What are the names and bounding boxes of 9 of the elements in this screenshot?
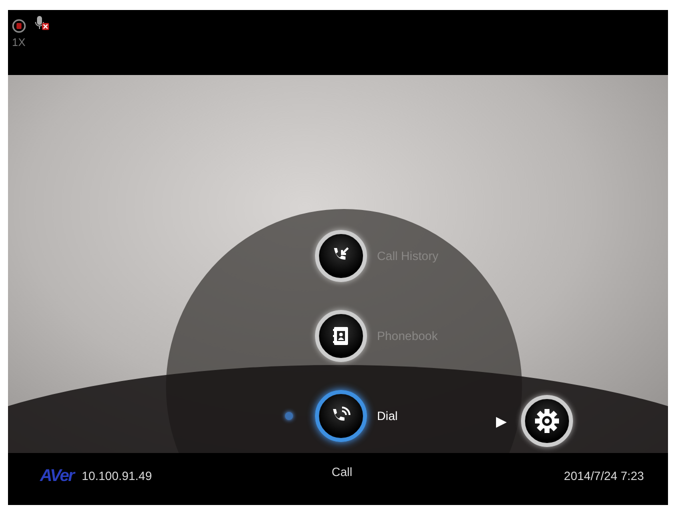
settings-icon — [534, 408, 560, 434]
zoom-level: 1X — [12, 37, 26, 49]
next-arrow[interactable]: ▶ — [496, 413, 507, 429]
brand-logo: AVer — [40, 466, 74, 486]
date-time: 2014/7/24 7:23 — [562, 469, 644, 483]
mode-label: Call — [332, 465, 352, 479]
ip-address: 10.100.91.49 — [82, 469, 152, 483]
menu-label[interactable]: Dial — [377, 409, 398, 423]
record-icon — [12, 18, 26, 32]
